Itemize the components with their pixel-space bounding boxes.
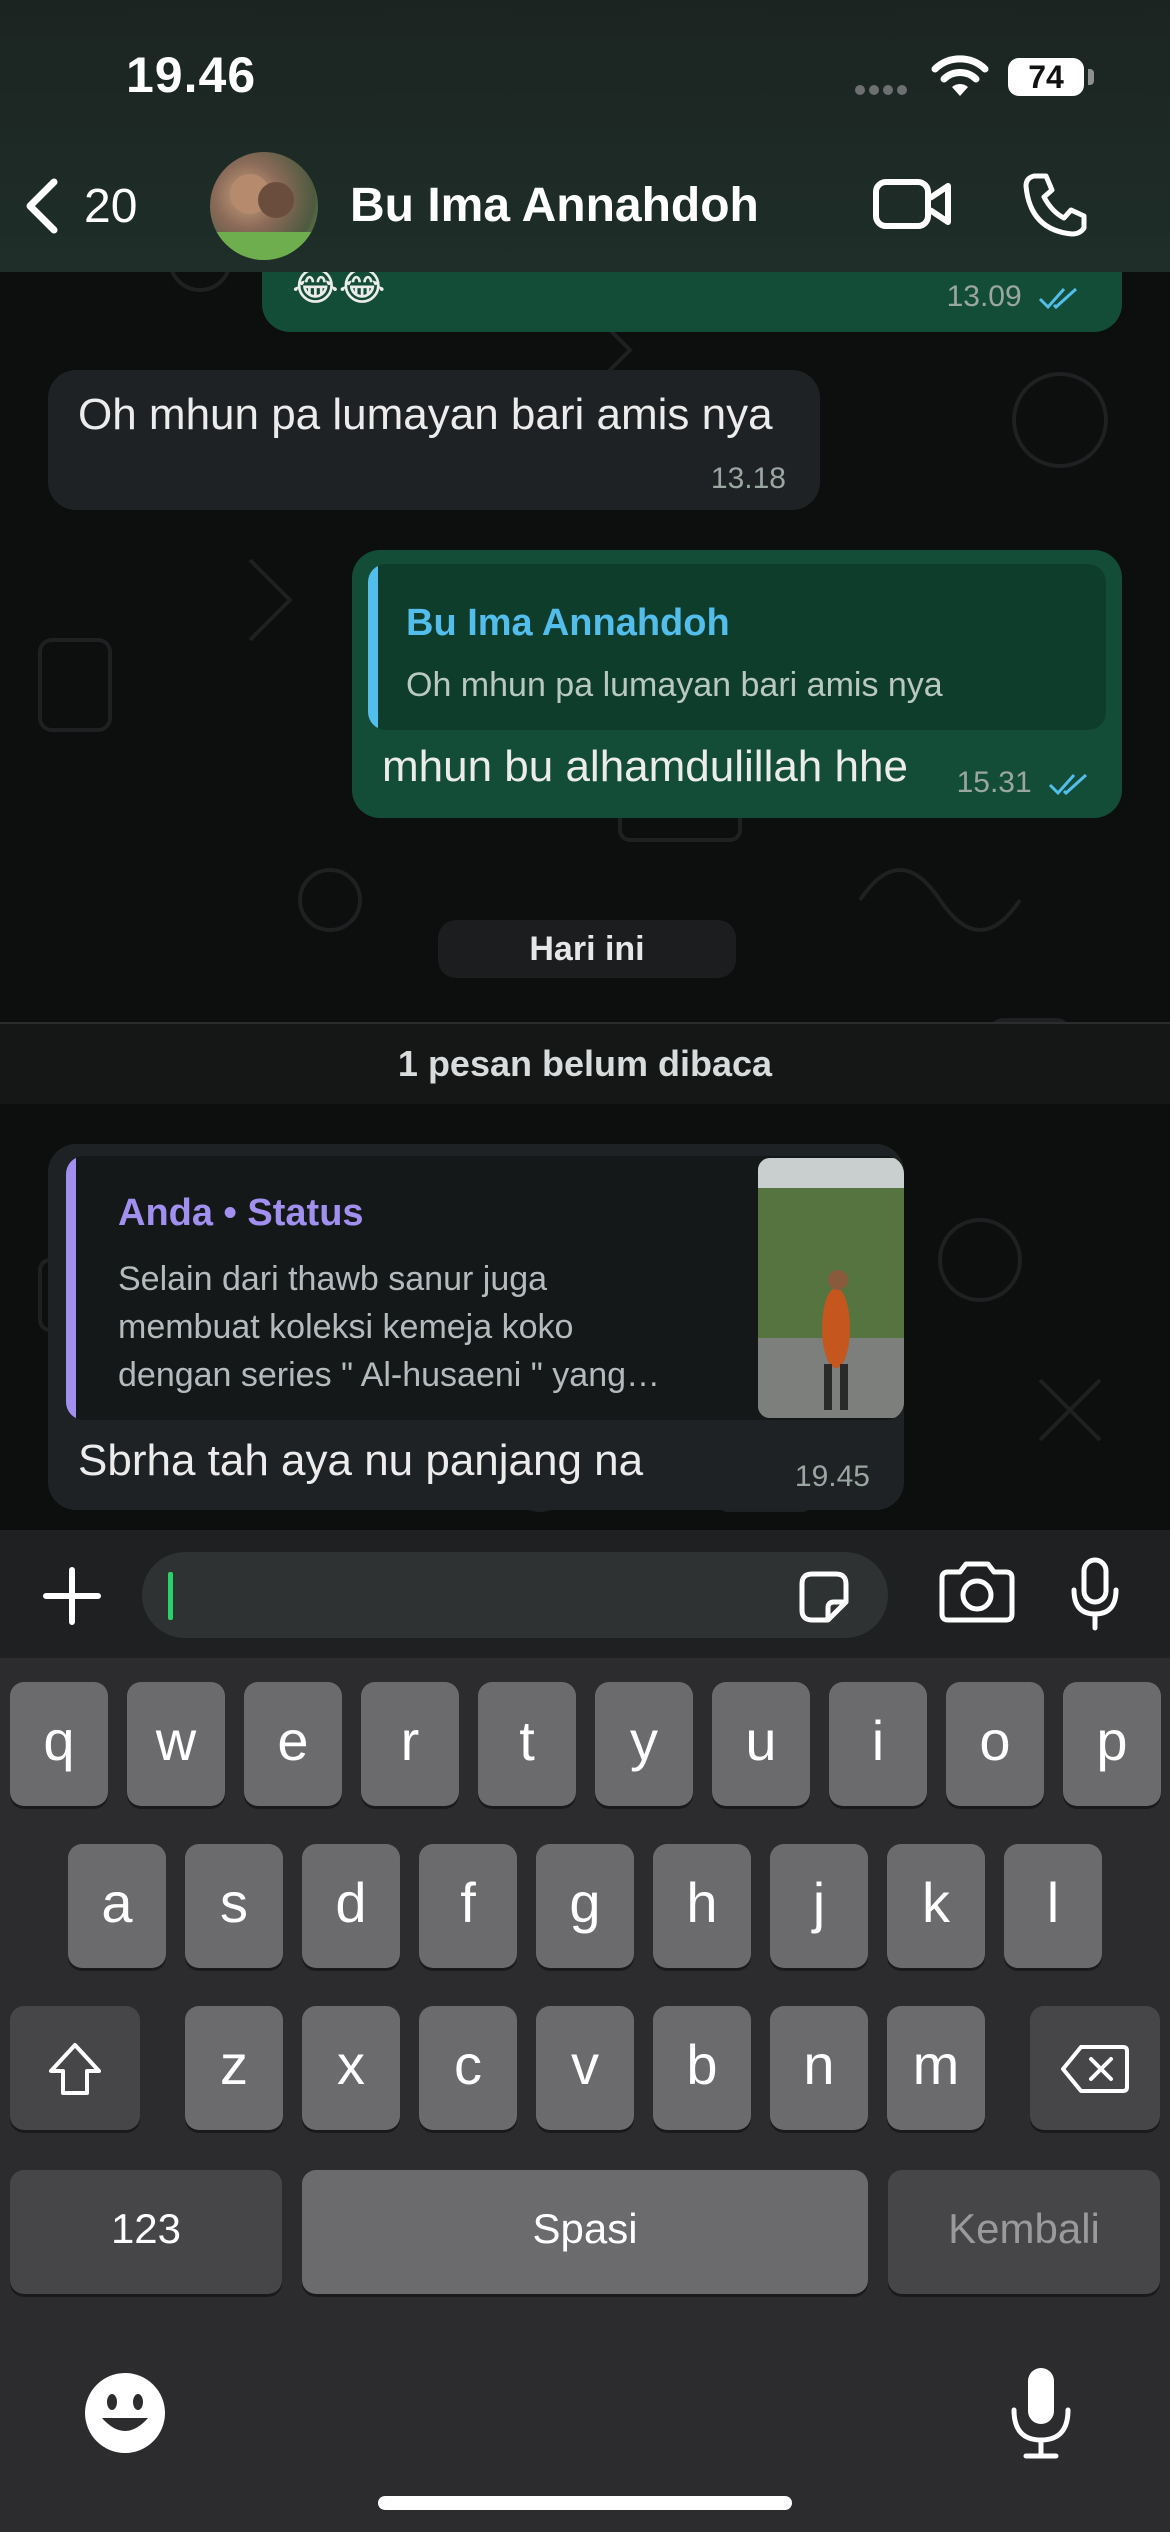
key-k[interactable]: k [887,1844,985,1968]
key-v[interactable]: v [536,2006,634,2130]
key-s[interactable]: s [185,1844,283,1968]
date-separator: Hari ini [438,920,736,978]
key-n[interactable]: n [770,2006,868,2130]
status-title: Anda • Status [118,1192,364,1234]
video-camera-icon [873,179,951,229]
smiley-icon [85,2373,165,2453]
shift-arrow-icon [49,2043,101,2096]
backspace-icon [1061,2045,1129,2094]
home-indicator[interactable] [378,2496,792,2510]
text-caret [168,1572,173,1620]
camera-button[interactable] [936,1560,1018,1629]
message-bubble-status-reply[interactable]: Anda • Status Selain dari thawb sanur ju… [48,1144,904,1510]
space-key[interactable]: Spasi [302,2170,868,2294]
sticker-icon [799,1571,849,1623]
key-i[interactable]: i [829,1682,927,1806]
chevron-left-icon [26,178,58,234]
key-z[interactable]: z [185,2006,283,2130]
message-text: mhun bu alhamdulillah hhe [382,742,908,791]
sticker-button[interactable] [794,1568,854,1633]
shift-key[interactable] [10,2006,140,2130]
quote-accent-bar [66,1156,76,1420]
message-time: 19.45 [794,1460,870,1493]
key-h[interactable]: h [653,1844,751,1968]
video-call-button[interactable] [872,172,954,241]
key-o[interactable]: o [946,1682,1044,1806]
message-text: Oh mhun pa lumayan bari amis nya [78,390,773,439]
numbers-key[interactable]: 123 [10,2170,282,2294]
plus-icon [43,1567,101,1625]
contact-name[interactable]: Bu Ima Annahdoh [350,178,759,233]
message-meta: 15.31 [957,766,1092,800]
cellular-signal-icon [855,82,915,95]
key-y[interactable]: y [595,1682,693,1806]
emoji-keyboard-button[interactable] [82,2370,168,2461]
read-receipt-icon [1038,287,1078,310]
message-time: 13.18 [710,462,786,495]
contact-avatar[interactable] [210,152,318,260]
key-p[interactable]: p [1063,1682,1161,1806]
quoted-status[interactable]: Anda • Status Selain dari thawb sanur ju… [66,1156,904,1420]
quote-accent-bar [368,564,378,730]
key-r[interactable]: r [361,1682,459,1806]
key-b[interactable]: b [653,2006,751,2130]
unread-banner: 1 pesan belum dibaca [0,1022,1170,1104]
attach-button[interactable] [42,1566,102,1631]
key-e[interactable]: e [244,1682,342,1806]
key-m[interactable]: m [887,2006,985,2130]
microphone-icon [1071,1557,1119,1631]
camera-icon [939,1561,1015,1623]
voice-call-button[interactable] [1020,170,1090,245]
wifi-icon [930,54,990,103]
quoted-text: Oh mhun pa lumayan bari amis nya [406,666,943,704]
key-j[interactable]: j [770,1844,868,1968]
quoted-message[interactable]: Bu Ima Annahdoh Oh mhun pa lumayan bari … [368,564,1106,730]
message-meta: 13.09 [947,280,1082,314]
key-q[interactable]: q [10,1682,108,1806]
message-bubble-incoming[interactable]: Oh mhun pa lumayan bari amis nya 13.18 [48,370,820,510]
unread-chats-count: 20 [84,179,138,233]
key-c[interactable]: c [419,2006,517,2130]
microphone-icon [1011,2368,1071,2459]
message-composer [0,1530,1170,1658]
chat-header: 19.46 74 20 Bu Ima Annahdoh [0,0,1170,272]
return-key[interactable]: Kembali [888,2170,1160,2294]
key-g[interactable]: g [536,1844,634,1968]
battery-tip [1088,69,1094,85]
status-caption-line: membuat koleksi kemeja koko [118,1308,574,1346]
key-u[interactable]: u [712,1682,810,1806]
key-w[interactable]: w [127,1682,225,1806]
battery-level: 74 [1008,58,1084,96]
message-input[interactable] [142,1552,888,1638]
voice-message-button[interactable] [1070,1556,1120,1637]
message-text: Sbrha tah aya nu panjang na [78,1436,644,1485]
on-screen-keyboard: q w e r t y u i o p a s d f g h j k l z … [0,1658,1170,2532]
key-d[interactable]: d [302,1844,400,1968]
status-caption-line: dengan series " Al-husaeni " yang… [118,1356,661,1394]
status-time: 19.46 [126,47,257,103]
key-f[interactable]: f [419,1844,517,1968]
phone-icon [1023,173,1087,237]
status-thumbnail [758,1158,904,1418]
message-time: 15.31 [956,766,1032,799]
status-caption-line: Selain dari thawb sanur juga [118,1260,548,1298]
quoted-author: Bu Ima Annahdoh [406,602,730,644]
key-x[interactable]: x [302,2006,400,2130]
back-button[interactable]: 20 [22,176,172,236]
backspace-key[interactable] [1030,2006,1160,2130]
key-t[interactable]: t [478,1682,576,1806]
key-l[interactable]: l [1004,1844,1102,1968]
dictation-button[interactable] [1008,2364,1074,2465]
key-a[interactable]: a [68,1844,166,1968]
read-receipt-icon [1048,773,1088,796]
message-time: 13.09 [946,280,1022,313]
message-bubble-outgoing-reply[interactable]: Bu Ima Annahdoh Oh mhun pa lumayan bari … [352,550,1122,818]
